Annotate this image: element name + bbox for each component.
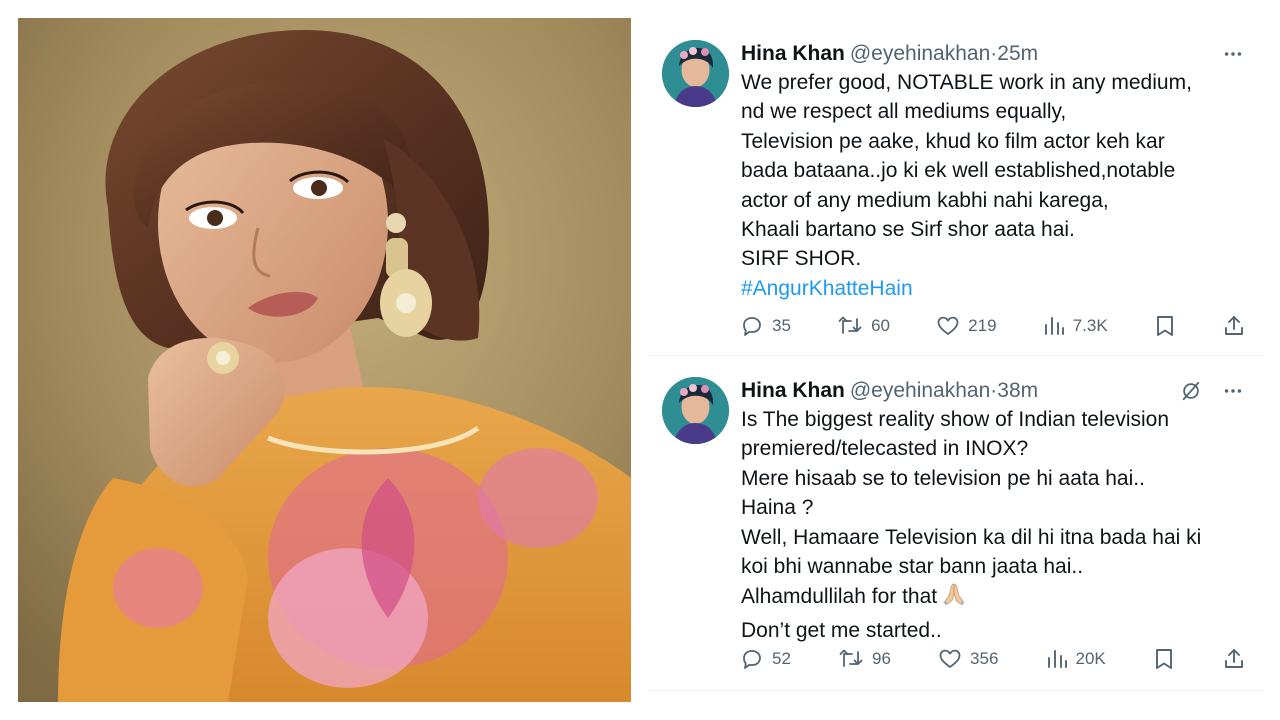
share-icon (1224, 649, 1243, 668)
tweet-line: premiered/telecasted in INOX? (741, 437, 1029, 461)
timestamp[interactable]: 25m (997, 42, 1038, 65)
tweet-line: Well, Hamaare Television ka dil hi itna … (741, 525, 1202, 549)
like-count: 356 (970, 649, 999, 668)
tweet-line: Mere hisaab se to television pe hi aata … (741, 466, 1145, 490)
reply-count: 35 (772, 316, 791, 335)
views-button[interactable]: 20K (1046, 647, 1106, 671)
tweet-line: SIRF SHOR. (741, 247, 862, 271)
tweet-actions: 52 96 356 20K (740, 645, 1246, 673)
bookmark-button[interactable] (1153, 647, 1175, 671)
bookmark-icon (1155, 649, 1172, 669)
tweet-feed: Hina Khan @eyehinakhan·25m We prefer good… (648, 0, 1265, 720)
avatar-image (662, 377, 729, 444)
share-button[interactable] (1222, 647, 1246, 671)
tweet-header: Hina Khan @eyehinakhan·25m (741, 40, 1251, 68)
tweet-header-actions (1221, 40, 1245, 68)
like-count: 219 (968, 316, 997, 335)
tweet-line: nd we respect all mediums equally, (741, 100, 1067, 124)
display-name[interactable]: Hina Khan (741, 379, 845, 402)
hashtag-link[interactable]: #AngurKhatteHain (741, 274, 1251, 303)
like-button[interactable]: 219 (936, 314, 997, 338)
bookmark-button[interactable] (1154, 314, 1176, 338)
folded-hands-emoji (941, 581, 967, 615)
views-button[interactable]: 7.3K (1043, 314, 1108, 338)
reply-button[interactable]: 35 (740, 314, 791, 338)
share-icon (1225, 316, 1243, 335)
tweet-line: actor of any medium kabhi nahi karega, (741, 188, 1109, 212)
tweet-line: Is The biggest reality show of Indian te… (741, 408, 1170, 431)
retweet-icon (838, 316, 862, 334)
display-name[interactable]: Hina Khan (741, 42, 845, 65)
share-button[interactable] (1222, 314, 1246, 338)
grok-icon[interactable] (1179, 379, 1203, 403)
more-icon[interactable] (1221, 42, 1245, 66)
tweet-text: We prefer good, NOTABLE work in any medi… (741, 68, 1251, 303)
portrait-photo (18, 18, 631, 702)
reply-icon (743, 317, 761, 336)
tweet-line: Alhamdullilah for that (741, 585, 938, 609)
avatar[interactable] (662, 40, 729, 107)
tweet-line: Television pe aake, khud ko film actor k… (741, 129, 1165, 153)
tweet-actions: 35 60 219 7.3K (740, 312, 1246, 340)
user-handle[interactable]: @eyehinakhan (850, 42, 990, 65)
like-button[interactable]: 356 (938, 647, 998, 671)
avatar-image (662, 40, 729, 107)
timestamp[interactable]: 38m (997, 379, 1038, 402)
views-icon (1047, 650, 1067, 668)
retweet-icon (839, 649, 863, 667)
tweet-text: Is The biggest reality show of Indian te… (741, 405, 1251, 645)
tweet-line: Khaali bartano se Sirf shor aata hai. (741, 218, 1075, 242)
portrait-illustration (18, 18, 631, 702)
tweet-header-actions (1179, 377, 1245, 405)
reply-icon (743, 650, 761, 669)
retweet-button[interactable]: 60 (837, 314, 890, 338)
tweet-line: koi bhi wannabe star bann jaata hai.. (741, 555, 1084, 579)
user-handle[interactable]: @eyehinakhan (850, 379, 990, 402)
more-icon[interactable] (1221, 379, 1245, 403)
retweet-button[interactable]: 96 (838, 647, 891, 671)
retweet-count: 60 (871, 316, 890, 335)
heart-icon (939, 649, 961, 668)
avatar[interactable] (662, 377, 729, 444)
tweet-header: Hina Khan @eyehinakhan·38m (741, 377, 1251, 405)
tweet-line: Haina ? (741, 496, 814, 520)
tweet-line: bada bataana..jo ki ek well established,… (741, 159, 1176, 183)
view-count: 7.3K (1072, 316, 1108, 335)
heart-icon (937, 316, 959, 335)
reply-button[interactable]: 52 (740, 647, 791, 671)
reply-count: 52 (772, 649, 791, 668)
view-count: 20K (1075, 649, 1106, 668)
retweet-count: 96 (872, 649, 891, 668)
tweet-line: Don’t get me started.. (741, 618, 942, 642)
tweet-line: We prefer good, NOTABLE work in any medi… (741, 71, 1192, 94)
tweet[interactable]: Hina Khan @eyehinakhan·25m We prefer good… (648, 20, 1265, 356)
tweet-line-emoji: Alhamdullilah for that (741, 581, 1251, 615)
tweet[interactable]: Hina Khan @eyehinakhan·38m Is The biggest… (648, 357, 1265, 691)
bookmark-icon (1156, 316, 1173, 336)
views-icon (1044, 317, 1064, 335)
